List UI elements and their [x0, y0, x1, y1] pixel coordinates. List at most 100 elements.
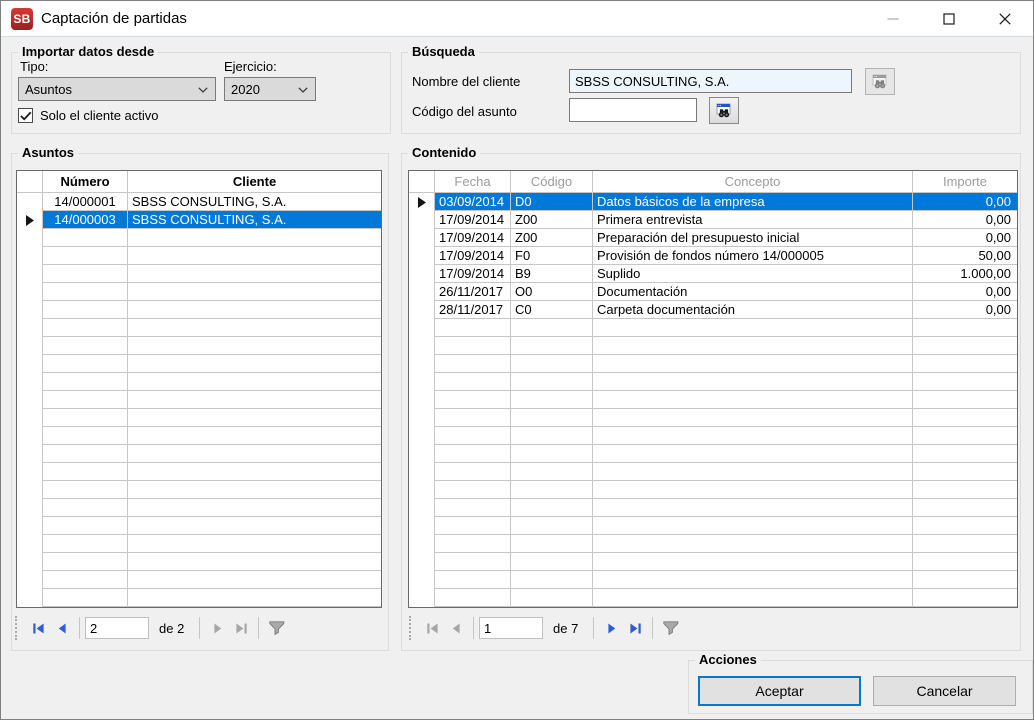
maximize-icon: [943, 13, 955, 25]
grid-cell[interactable]: 28/11/2017: [435, 301, 511, 319]
row-selector-cell: [409, 301, 435, 319]
grid-cell[interactable]: B9: [511, 265, 593, 283]
grid-cell: [128, 391, 381, 409]
contenido-row[interactable]: 17/09/2014F0Provisión de fondos número 1…: [409, 247, 1017, 265]
accept-button[interactable]: Aceptar: [698, 676, 861, 706]
first-page-button[interactable]: [26, 616, 50, 640]
contenido-row[interactable]: 17/09/2014Z00Primera entrevista0,00: [409, 211, 1017, 229]
grid-cell[interactable]: 50,00: [913, 247, 1017, 265]
asuntos-row: [17, 499, 381, 517]
first-page-button[interactable]: [420, 616, 444, 640]
grid-cell[interactable]: 17/09/2014: [435, 211, 511, 229]
asuntos-row: [17, 301, 381, 319]
matter-search-button[interactable]: [709, 97, 739, 124]
contenido-row[interactable]: 26/11/2017O0Documentación0,00: [409, 283, 1017, 301]
grid-cell: [43, 499, 128, 517]
grid-cell: [128, 589, 381, 607]
tipo-select[interactable]: Asuntos: [18, 77, 216, 101]
row-selector-cell: [409, 463, 435, 481]
grid-cell[interactable]: 0,00: [913, 193, 1017, 211]
page-position-input[interactable]: [479, 617, 543, 639]
row-selector-cell: [17, 265, 43, 283]
contenido-row[interactable]: 28/11/2017C0Carpeta documentación0,00: [409, 301, 1017, 319]
grid-cell[interactable]: 17/09/2014: [435, 247, 511, 265]
asuntos-row[interactable]: 14/000001SBSS CONSULTING, S.A.: [17, 193, 381, 211]
row-selector-cell: [17, 553, 43, 571]
grid-cell[interactable]: SBSS CONSULTING, S.A.: [128, 211, 381, 229]
grid-cell[interactable]: Documentación: [593, 283, 913, 301]
grid-cell[interactable]: 0,00: [913, 283, 1017, 301]
grid-cell[interactable]: Datos básicos de la empresa: [593, 193, 913, 211]
grid-cell[interactable]: O0: [511, 283, 593, 301]
last-page-button[interactable]: [623, 616, 647, 640]
toolbar-grip[interactable]: [409, 616, 414, 640]
client-name-label: Nombre del cliente: [412, 74, 520, 89]
grid-cell[interactable]: Carpeta documentación: [593, 301, 913, 319]
grid-cell[interactable]: F0: [511, 247, 593, 265]
grid-cell[interactable]: 0,00: [913, 211, 1017, 229]
asuntos-group: Asuntos NúmeroCliente14/000001SBSS CONSU…: [11, 153, 389, 651]
grid-cell[interactable]: Provisión de fondos número 14/000005: [593, 247, 913, 265]
grid-cell: [913, 481, 1017, 499]
grid-cell: [43, 283, 128, 301]
row-selector-cell: [17, 301, 43, 319]
grid-cell[interactable]: 17/09/2014: [435, 229, 511, 247]
previous-page-button[interactable]: [50, 616, 74, 640]
grid-cell[interactable]: 1.000,00: [913, 265, 1017, 283]
grid-cell[interactable]: 03/09/2014: [435, 193, 511, 211]
filter-button[interactable]: [264, 616, 290, 640]
row-selector-cell: [409, 355, 435, 373]
row-selector-cell: [17, 463, 43, 481]
grid-cell[interactable]: 14/000001: [43, 193, 128, 211]
contenido-row: [409, 373, 1017, 391]
close-button[interactable]: [977, 1, 1033, 36]
ejercicio-select[interactable]: 2020: [224, 77, 316, 101]
client-name-input[interactable]: [569, 69, 852, 93]
row-selector-cell: [409, 391, 435, 409]
asuntos-group-title: Asuntos: [18, 145, 78, 161]
previous-page-button[interactable]: [444, 616, 468, 640]
next-page-button[interactable]: [599, 616, 623, 640]
grid-cell[interactable]: Primera entrevista: [593, 211, 913, 229]
grid-cell[interactable]: Suplido: [593, 265, 913, 283]
grid-cell[interactable]: SBSS CONSULTING, S.A.: [128, 193, 381, 211]
grid-cell: [43, 535, 128, 553]
filter-button[interactable]: [658, 616, 684, 640]
last-page-button[interactable]: [229, 616, 253, 640]
cancel-button[interactable]: Cancelar: [873, 676, 1016, 706]
toolbar-grip[interactable]: [15, 616, 20, 640]
matter-code-input[interactable]: [569, 98, 697, 122]
grid-cell[interactable]: 14/000003: [43, 211, 128, 229]
contenido-row[interactable]: 17/09/2014Z00Preparación del presupuesto…: [409, 229, 1017, 247]
grid-cell[interactable]: Preparación del presupuesto inicial: [593, 229, 913, 247]
contenido-row: [409, 589, 1017, 607]
grid-cell: [43, 319, 128, 337]
last-page-icon: [236, 623, 247, 634]
grid-cell[interactable]: C0: [511, 301, 593, 319]
grid-cell[interactable]: Z00: [511, 211, 593, 229]
row-selector-cell: [409, 535, 435, 553]
grid-cell[interactable]: 0,00: [913, 229, 1017, 247]
next-page-button[interactable]: [205, 616, 229, 640]
grid-cell[interactable]: 0,00: [913, 301, 1017, 319]
page-position-input[interactable]: [85, 617, 149, 639]
maximize-button[interactable]: [921, 1, 977, 36]
row-selector-cell: [17, 211, 43, 229]
asuntos-row[interactable]: 14/000003SBSS CONSULTING, S.A.: [17, 211, 381, 229]
contenido-row[interactable]: 03/09/2014D0Datos básicos de la empresa0…: [409, 193, 1017, 211]
row-selector-cell: [17, 373, 43, 391]
grid-cell[interactable]: 17/09/2014: [435, 265, 511, 283]
row-selector-cell: [17, 499, 43, 517]
contenido-pager: de 7: [408, 613, 828, 643]
grid-cell: [593, 553, 913, 571]
grid-cell: [511, 517, 593, 535]
row-selector-cell: [17, 517, 43, 535]
only-active-client-checkbox[interactable]: Solo el cliente activo: [18, 108, 159, 123]
grid-cell[interactable]: 26/11/2017: [435, 283, 511, 301]
grid-cell: [435, 553, 511, 571]
asuntos-row: [17, 265, 381, 283]
asuntos-row: [17, 553, 381, 571]
contenido-row[interactable]: 17/09/2014B9Suplido1.000,00: [409, 265, 1017, 283]
grid-cell[interactable]: D0: [511, 193, 593, 211]
grid-cell[interactable]: Z00: [511, 229, 593, 247]
